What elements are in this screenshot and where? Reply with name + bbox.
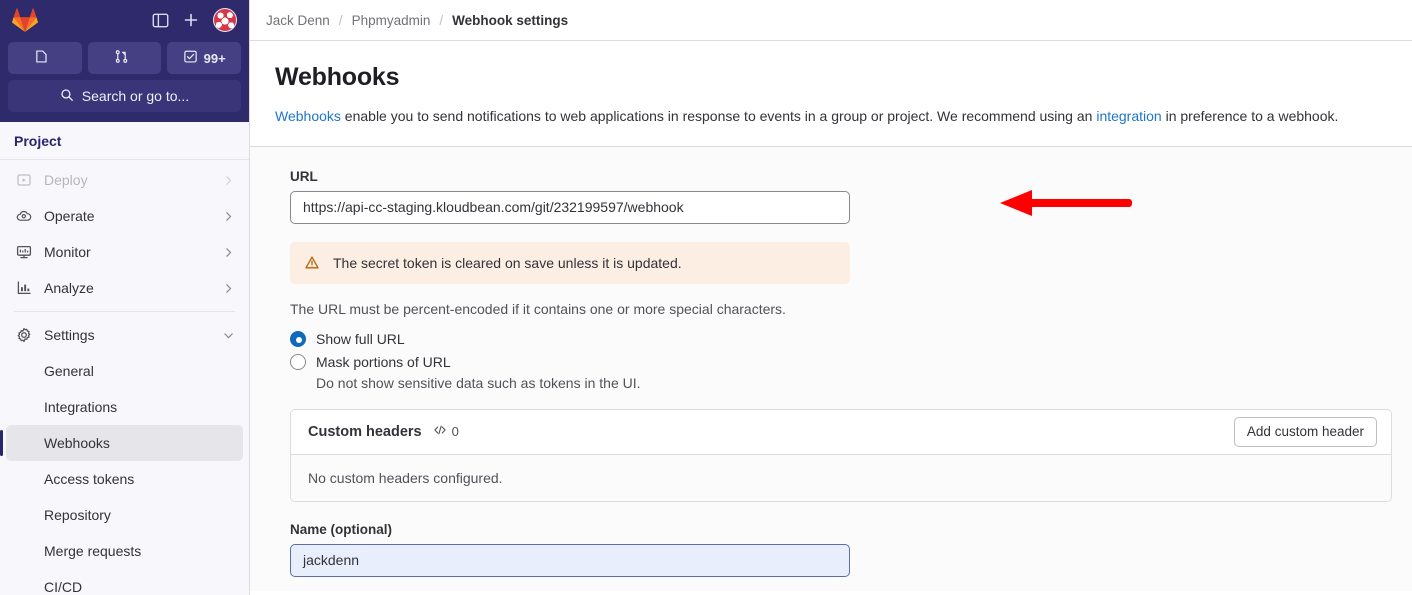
breadcrumb: Jack Denn / Phpmyadmin / Webhook setting… xyxy=(250,0,1412,41)
url-label: URL xyxy=(290,168,318,184)
sidebar-section-title: Project xyxy=(0,122,249,160)
gitlab-logo[interactable] xyxy=(12,7,38,33)
custom-headers-card: Custom headers 0 Add custom header No cu… xyxy=(290,408,1392,502)
custom-headers-title: Custom headers xyxy=(308,423,422,440)
todo-check-icon xyxy=(183,49,198,67)
merge-request-icon xyxy=(114,49,129,67)
app-root: 99+ Search or go to... Project Deploy Op… xyxy=(0,0,1412,595)
custom-headers-header: Custom headers 0 Add custom header xyxy=(291,409,1391,455)
radio-mask-url-description: Do not show sensitive data such as token… xyxy=(316,374,641,391)
search-placeholder: Search or go to... xyxy=(81,88,190,104)
sidebar-item-label: Monitor xyxy=(44,244,91,260)
sidebar-item-ci-cd[interactable]: CI/CD xyxy=(6,569,243,595)
sidebar-item-settings[interactable]: Settings xyxy=(6,317,243,353)
custom-headers-count-badge: 0 xyxy=(433,423,459,440)
sidebar-toggle-icon[interactable] xyxy=(152,12,169,29)
breadcrumb-separator: / xyxy=(439,12,444,28)
sidebar-item-integrations[interactable]: Integrations xyxy=(6,389,243,425)
radio-option-mask-url[interactable]: Mask portions of URL xyxy=(290,353,1394,370)
url-help-text: The URL must be percent-encoded if it co… xyxy=(290,300,786,317)
analyze-icon xyxy=(14,280,34,296)
alert-text: The secret token is cleared on save unle… xyxy=(333,254,682,271)
name-input[interactable]: jackdenn xyxy=(290,543,850,577)
radio-option-show-full-url[interactable]: Show full URL xyxy=(290,330,1394,347)
code-angle-brackets-icon xyxy=(433,423,447,440)
desc-text-part-2: in preference to a webhook. xyxy=(1161,108,1339,124)
url-field-group: URL https://api-cc-staging.kloudbean.com… xyxy=(290,169,1394,224)
chevron-right-icon xyxy=(222,174,235,187)
chevron-right-icon xyxy=(222,282,235,295)
search-icon xyxy=(60,88,74,105)
sidebar-item-analyze[interactable]: Analyze xyxy=(6,270,243,306)
page-description: Webhooks enable you to send notification… xyxy=(275,106,1350,128)
sidebar-item-general[interactable]: General xyxy=(6,353,243,389)
sidebar-item-merge-requests[interactable]: Merge requests xyxy=(6,533,243,569)
sidebar-item-access-tokens[interactable]: Access tokens xyxy=(6,461,243,497)
quick-action-buttons: 99+ xyxy=(8,42,242,74)
todos-count: 99+ xyxy=(203,50,226,66)
monitor-icon xyxy=(14,244,34,260)
breadcrumb-item-group[interactable]: Jack Denn xyxy=(266,13,330,28)
url-input[interactable]: https://api-cc-staging.kloudbean.com/git… xyxy=(290,190,850,224)
sidebar-item-label: Operate xyxy=(44,208,95,224)
custom-headers-count: 0 xyxy=(451,424,459,440)
webhooks-doc-link[interactable]: Webhooks xyxy=(275,108,341,124)
add-custom-header-button[interactable]: Add custom header xyxy=(1233,416,1377,447)
brand-actions xyxy=(152,8,237,32)
plus-icon[interactable] xyxy=(183,12,199,28)
sidebar-item-label: Analyze xyxy=(44,280,94,296)
radio-label[interactable]: Show full URL xyxy=(316,331,405,347)
sidebar-item-deploy[interactable]: Deploy xyxy=(6,162,243,198)
name-label: Name (optional) xyxy=(290,521,393,537)
sidebar-item-label: Merge requests xyxy=(44,543,142,559)
search-input[interactable]: Search or go to... xyxy=(8,80,241,112)
sidebar-item-operate[interactable]: Operate xyxy=(6,198,243,234)
breadcrumb-current: Webhook settings xyxy=(452,12,569,28)
custom-headers-empty-state: No custom headers configured. xyxy=(291,454,1391,501)
issues-icon xyxy=(34,49,49,67)
chevron-right-icon xyxy=(222,210,235,223)
chevron-right-icon xyxy=(222,246,235,259)
sidebar-item-label: Access tokens xyxy=(44,471,135,487)
page-title: Webhooks xyxy=(275,63,400,91)
sidebar-item-label: Webhooks xyxy=(44,435,110,451)
webhook-form: URL https://api-cc-staging.kloudbean.com… xyxy=(250,145,1412,591)
integration-doc-link[interactable]: integration xyxy=(1096,108,1161,124)
sidebar-item-label: Repository xyxy=(44,507,111,523)
secret-token-alert: The secret token is cleared on save unle… xyxy=(290,241,850,284)
chevron-down-icon xyxy=(222,329,235,342)
url-visibility-radio-group: Show full URL Mask portions of URL Do no… xyxy=(290,330,1394,391)
breadcrumb-separator: / xyxy=(338,12,343,28)
radio-mask-url[interactable] xyxy=(290,353,306,370)
user-avatar[interactable] xyxy=(213,8,237,32)
page-content: Webhooks Webhooks enable you to send not… xyxy=(250,63,1412,595)
warning-triangle-icon xyxy=(304,255,320,271)
merge-requests-button[interactable] xyxy=(87,42,162,74)
sidebar-item-monitor[interactable]: Monitor xyxy=(6,234,243,270)
sidebar-header: 99+ Search or go to... xyxy=(0,0,249,122)
sidebar-item-label: Integrations xyxy=(44,399,118,415)
name-field-group: Name (optional) jackdenn xyxy=(290,522,1394,577)
sidebar-item-label: Deploy xyxy=(44,172,88,188)
sidebar-item-label: General xyxy=(44,363,94,379)
issues-button[interactable] xyxy=(8,42,82,74)
sidebar: 99+ Search or go to... Project Deploy Op… xyxy=(0,0,250,595)
desc-text-part-1: enable you to send notifications to web … xyxy=(340,108,1097,124)
deploy-icon xyxy=(14,172,34,188)
sidebar-item-label: CI/CD xyxy=(44,579,83,595)
radio-show-full-url[interactable] xyxy=(290,330,306,347)
sidebar-item-label: Settings xyxy=(44,327,95,343)
radio-label[interactable]: Mask portions of URL xyxy=(316,354,451,370)
sidebar-item-webhooks[interactable]: Webhooks xyxy=(0,425,243,461)
todos-button[interactable]: 99+ xyxy=(167,42,242,74)
operate-icon xyxy=(14,208,34,224)
sidebar-item-repository[interactable]: Repository xyxy=(6,497,243,533)
sidebar-nav: Deploy Operate Monitor Analyze Settings … xyxy=(0,160,249,595)
main-content: Jack Denn / Phpmyadmin / Webhook setting… xyxy=(250,0,1412,595)
brand-row xyxy=(8,0,241,40)
breadcrumb-item-project[interactable]: Phpmyadmin xyxy=(352,13,431,28)
settings-gear-icon xyxy=(14,327,34,343)
sidebar-divider xyxy=(14,311,235,312)
